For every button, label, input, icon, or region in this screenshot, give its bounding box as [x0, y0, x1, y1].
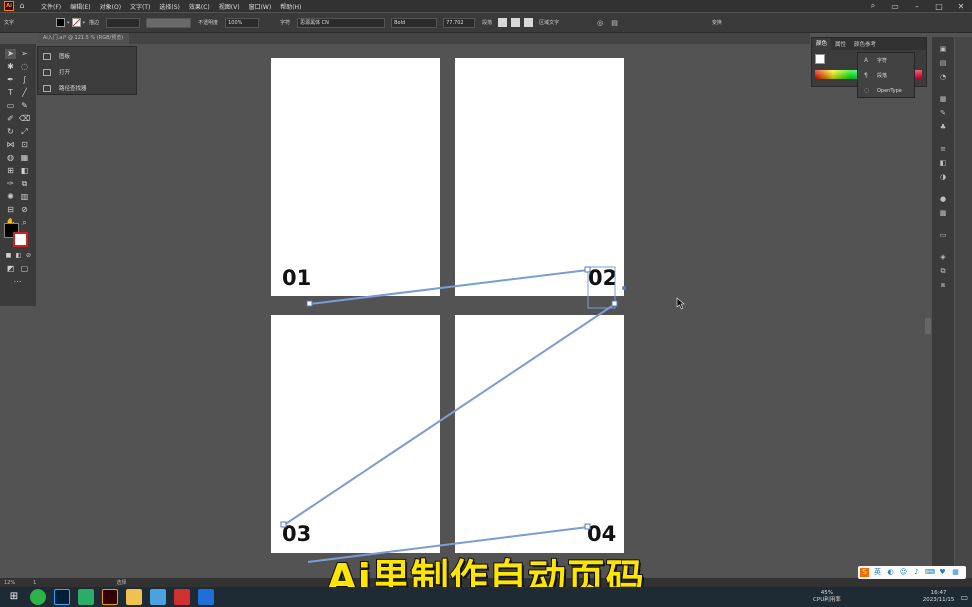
type-panel-menu: A 字符 ¶ 段落 ◌ OpenType	[857, 52, 915, 98]
wps-icon[interactable]	[174, 589, 190, 605]
graphic-styles-icon[interactable]: ▩	[938, 209, 948, 217]
canvas-scrollbar-thumb[interactable]	[925, 318, 931, 334]
brushes-icon[interactable]: ✎	[938, 109, 948, 117]
ime-voice-icon[interactable]: ♪	[912, 568, 921, 577]
windows-taskbar: ⊞ 45% CPU利用率 16:47 2023/11/15 ▭	[0, 587, 972, 607]
opentype-icon: ◌	[864, 87, 870, 94]
in-port[interactable]	[584, 523, 591, 530]
artboard-navigator[interactable]: 1	[33, 580, 36, 586]
artboards-icon[interactable]: ⧉	[938, 267, 948, 275]
text-frame-bounds[interactable]	[587, 266, 616, 309]
out-port[interactable]	[611, 300, 618, 307]
thread-line-1-2	[309, 269, 589, 305]
tab-properties[interactable]: 属性	[831, 40, 850, 48]
ime-punct-icon[interactable]: ◐	[886, 568, 895, 577]
clock[interactable]: 16:47 2023/11/15	[923, 590, 955, 604]
ime-skin-icon[interactable]: ♥	[938, 568, 947, 577]
layers-stack-icon[interactable]: ◈	[938, 253, 948, 261]
ime-tools-icon[interactable]: ▦	[951, 568, 960, 577]
cpu-monitor[interactable]: 45% CPU利用率	[813, 590, 841, 604]
illustrator-window: Ai ⌂ 文件(F) 编辑(E) 对象(O) 文字(T) 选择(S) 效果(C)…	[0, 0, 972, 607]
file-explorer-icon[interactable]	[126, 589, 142, 605]
out-port[interactable]	[306, 300, 313, 307]
video-app-icon[interactable]	[198, 589, 214, 605]
ime-lang-icon[interactable]: 英	[873, 568, 882, 577]
mouse-cursor-icon	[676, 297, 685, 310]
cpu-label: CPU利用率	[813, 597, 841, 603]
libraries-icon[interactable]: ▤	[938, 59, 948, 67]
notification-icon[interactable]: ▭	[960, 593, 968, 602]
wechat-icon[interactable]	[78, 589, 94, 605]
zoom-level[interactable]: 12%	[4, 580, 15, 586]
color-swatch-icon[interactable]	[815, 54, 825, 64]
thread-lines	[283, 269, 616, 563]
menu-item-character[interactable]: A 字符	[858, 53, 914, 68]
thread-ports	[280, 266, 618, 530]
panel-dock: ▣ ▤ ◔ ▦ ✎ ♣ ≡ ◧ ◑ ● ▩ ▭ ◈ ⧉ ⧈	[932, 37, 954, 585]
gradient-icon[interactable]: ◧	[938, 159, 948, 167]
ime-keyboard-icon[interactable]: ⌨	[925, 568, 935, 577]
ime-logo-icon[interactable]: S	[860, 568, 869, 577]
in-port[interactable]	[584, 266, 591, 273]
tab-color-guide[interactable]: 颜色参考	[850, 40, 880, 48]
clock-time: 16:47	[930, 590, 947, 596]
panel-tabs: 颜色 属性 颜色参考	[812, 38, 926, 50]
menu-item-opentype[interactable]: ◌ OpenType	[858, 83, 914, 98]
ime-toolbar: S 英 ◐ ☺ ♪ ⌨ ♥ ▦	[858, 566, 966, 579]
symbols-icon[interactable]: ♣	[938, 123, 948, 131]
cpu-percent: 45%	[820, 590, 833, 596]
app-360-icon[interactable]	[30, 589, 46, 605]
appearance-icon[interactable]: ●	[938, 195, 948, 203]
comments-icon[interactable]: ▭	[938, 231, 948, 239]
clock-date: 2023/11/15	[922, 597, 955, 603]
in-port[interactable]	[280, 521, 287, 528]
layers-icon[interactable]: ◔	[938, 73, 948, 81]
menu-item-paragraph[interactable]: ¶ 段落	[858, 68, 914, 83]
properties-icon[interactable]: ▣	[938, 45, 948, 53]
windows-start-icon[interactable]: ⊞	[6, 589, 22, 605]
transparency-icon[interactable]: ◑	[938, 173, 948, 181]
status-text[interactable]: 选择	[116, 579, 126, 586]
character-icon: A	[864, 57, 869, 64]
paragraph-icon: ¶	[864, 72, 868, 79]
thread-line-2-3	[283, 303, 616, 526]
illustrator-icon[interactable]	[102, 589, 118, 605]
links-icon[interactable]: ⧈	[938, 281, 948, 289]
system-tray: 45% CPU利用率 16:47 2023/11/15 ▭	[807, 587, 968, 607]
photoshop-icon[interactable]	[54, 589, 70, 605]
anchor-point[interactable]	[622, 286, 626, 290]
text-thread-overlay	[280, 266, 685, 563]
stroke-icon[interactable]: ≡	[938, 145, 948, 153]
swatches-icon[interactable]: ▦	[938, 95, 948, 103]
ime-emoji-icon[interactable]: ☺	[899, 568, 908, 577]
notes-icon[interactable]	[150, 589, 166, 605]
vertical-scrollbar[interactable]	[955, 37, 972, 585]
tab-color[interactable]: 颜色	[812, 38, 832, 50]
